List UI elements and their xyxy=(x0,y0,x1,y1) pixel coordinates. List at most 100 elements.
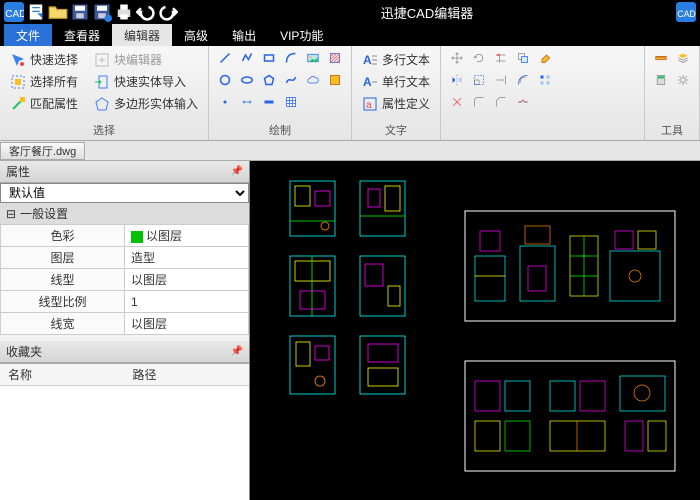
redo-icon[interactable] xyxy=(158,2,178,22)
save-as-icon[interactable] xyxy=(92,2,112,22)
match-prop-button[interactable]: 匹配属性 xyxy=(8,94,80,113)
polygon-input-button[interactable]: 多边形实体输入 xyxy=(92,94,200,113)
print-icon[interactable] xyxy=(114,2,134,22)
favorites-col-path[interactable]: 路径 xyxy=(125,364,250,385)
copy-icon[interactable] xyxy=(515,50,531,66)
titlebar: CAD 迅捷CAD编辑器 CAD xyxy=(0,0,700,24)
stext-button[interactable]: A单行文本 xyxy=(360,72,432,91)
array-icon[interactable] xyxy=(537,72,553,88)
ribbon-group-text-label: 文字 xyxy=(360,120,432,138)
favorites-panel-header[interactable]: 收藏夹 📌 xyxy=(0,341,249,363)
xline-icon[interactable] xyxy=(261,94,277,110)
settings-icon[interactable] xyxy=(675,72,691,88)
pin-icon[interactable]: 📌 xyxy=(231,346,243,357)
circle-icon[interactable] xyxy=(217,72,233,88)
block-editor-icon xyxy=(94,52,110,68)
favorites-columns: 名称 路径 xyxy=(0,364,249,386)
ribbon-group-draw-label: 绘制 xyxy=(217,120,343,138)
attdef-button[interactable]: a属性定义 xyxy=(360,94,432,113)
rect-icon[interactable] xyxy=(261,50,277,66)
table-row[interactable]: 线型以图层 xyxy=(1,269,249,291)
line-icon[interactable] xyxy=(217,50,233,66)
rotate-icon[interactable] xyxy=(471,50,487,66)
block-editor-button[interactable]: 块编辑器 xyxy=(92,50,200,69)
table-row[interactable]: 图层造型 xyxy=(1,247,249,269)
properties-panel-header[interactable]: 属性 📌 xyxy=(0,161,249,183)
menu-editor[interactable]: 编辑器 xyxy=(112,24,172,46)
break-icon[interactable] xyxy=(515,94,531,110)
cloud-icon[interactable] xyxy=(305,72,321,88)
offset-icon[interactable] xyxy=(515,72,531,88)
properties-table: 色彩以图层 图层造型 线型以图层 线型比例1 线宽以图层 xyxy=(0,224,249,335)
ribbon: 快速选择 选择所有 匹配属性 块编辑器 快速实体导入 多边形实体输入 选择 xyxy=(0,46,700,141)
drawing-canvas[interactable] xyxy=(250,161,700,500)
svg-text:CAD: CAD xyxy=(5,9,24,20)
app-title: 迅捷CAD编辑器 xyxy=(178,3,676,22)
save-icon[interactable] xyxy=(70,2,90,22)
spline-icon[interactable] xyxy=(283,72,299,88)
document-tab[interactable]: 客厅餐厅.dwg xyxy=(0,142,85,160)
arc-icon[interactable] xyxy=(283,50,299,66)
menubar: 文件 查看器 编辑器 高级 输出 VIP功能 xyxy=(0,24,700,46)
ribbon-group-text: A多行文本 A单行文本 a属性定义 文字 xyxy=(352,46,441,140)
mtext-button[interactable]: A多行文本 xyxy=(360,50,432,69)
fillet-icon[interactable] xyxy=(471,94,487,110)
explode-icon[interactable] xyxy=(449,94,465,110)
polyline-icon[interactable] xyxy=(239,50,255,66)
move-icon[interactable] xyxy=(449,50,465,66)
calc-icon[interactable] xyxy=(653,72,669,88)
select-all-button[interactable]: 选择所有 xyxy=(8,72,80,91)
trim-icon[interactable] xyxy=(493,50,509,66)
layer-icon[interactable] xyxy=(675,50,691,66)
quick-select-button[interactable]: 快速选择 xyxy=(8,50,80,69)
new-icon[interactable] xyxy=(26,2,46,22)
import-entity-button[interactable]: 快速实体导入 xyxy=(92,72,200,91)
menu-vip[interactable]: VIP功能 xyxy=(268,24,335,46)
favorites-list: 名称 路径 xyxy=(0,363,249,500)
favorites-col-name[interactable]: 名称 xyxy=(0,364,125,385)
menu-advanced[interactable]: 高级 xyxy=(172,24,220,46)
point-icon[interactable] xyxy=(217,94,233,110)
pin-icon[interactable]: 📌 xyxy=(231,166,243,177)
cad-badge-icon[interactable]: CAD xyxy=(676,2,696,22)
ribbon-group-tools-label: 工具 xyxy=(653,120,691,138)
ribbon-group-modify-label xyxy=(449,124,636,138)
select-all-icon xyxy=(10,74,26,90)
app-icon[interactable]: CAD xyxy=(4,2,24,22)
undo-icon[interactable] xyxy=(136,2,156,22)
table-row[interactable]: 线型比例1 xyxy=(1,291,249,313)
block-icon[interactable] xyxy=(327,72,343,88)
menu-file[interactable]: 文件 xyxy=(4,24,52,46)
scale-icon[interactable] xyxy=(471,72,487,88)
svg-text:a: a xyxy=(366,100,372,111)
mirror-icon[interactable] xyxy=(449,72,465,88)
erase-icon[interactable] xyxy=(537,50,553,66)
chamfer-icon[interactable] xyxy=(493,94,509,110)
ribbon-group-modify xyxy=(441,46,645,140)
stext-icon: A xyxy=(362,74,378,90)
measure-icon[interactable] xyxy=(653,50,669,66)
ribbon-group-select: 快速选择 选择所有 匹配属性 块编辑器 快速实体导入 多边形实体输入 选择 xyxy=(0,46,209,140)
table-row[interactable]: 线宽以图层 xyxy=(1,313,249,335)
quick-access-toolbar: CAD xyxy=(4,2,178,22)
menu-viewer[interactable]: 查看器 xyxy=(52,24,112,46)
polygon-icon[interactable] xyxy=(261,72,277,88)
hatch-icon[interactable] xyxy=(327,50,343,66)
table-row[interactable]: 色彩以图层 xyxy=(1,225,249,247)
ribbon-group-draw: 绘制 xyxy=(209,46,352,140)
dim-icon[interactable] xyxy=(239,94,255,110)
svg-text:CAD: CAD xyxy=(677,9,695,19)
insert-image-icon[interactable] xyxy=(305,50,321,66)
ellipse-icon[interactable] xyxy=(239,72,255,88)
extend-icon[interactable] xyxy=(493,72,509,88)
table-icon[interactable] xyxy=(283,94,299,110)
ribbon-group-tools: 工具 xyxy=(645,46,700,140)
properties-section-header[interactable]: ⊟ 一般设置 xyxy=(0,203,249,224)
menu-output[interactable]: 输出 xyxy=(220,24,268,46)
mtext-icon: A xyxy=(362,52,378,68)
collapse-icon: ⊟ xyxy=(6,207,16,221)
ribbon-group-select-label: 选择 xyxy=(8,120,200,138)
default-combo[interactable]: 默认值 xyxy=(0,183,249,203)
open-icon[interactable] xyxy=(48,2,68,22)
match-prop-icon xyxy=(10,96,26,112)
